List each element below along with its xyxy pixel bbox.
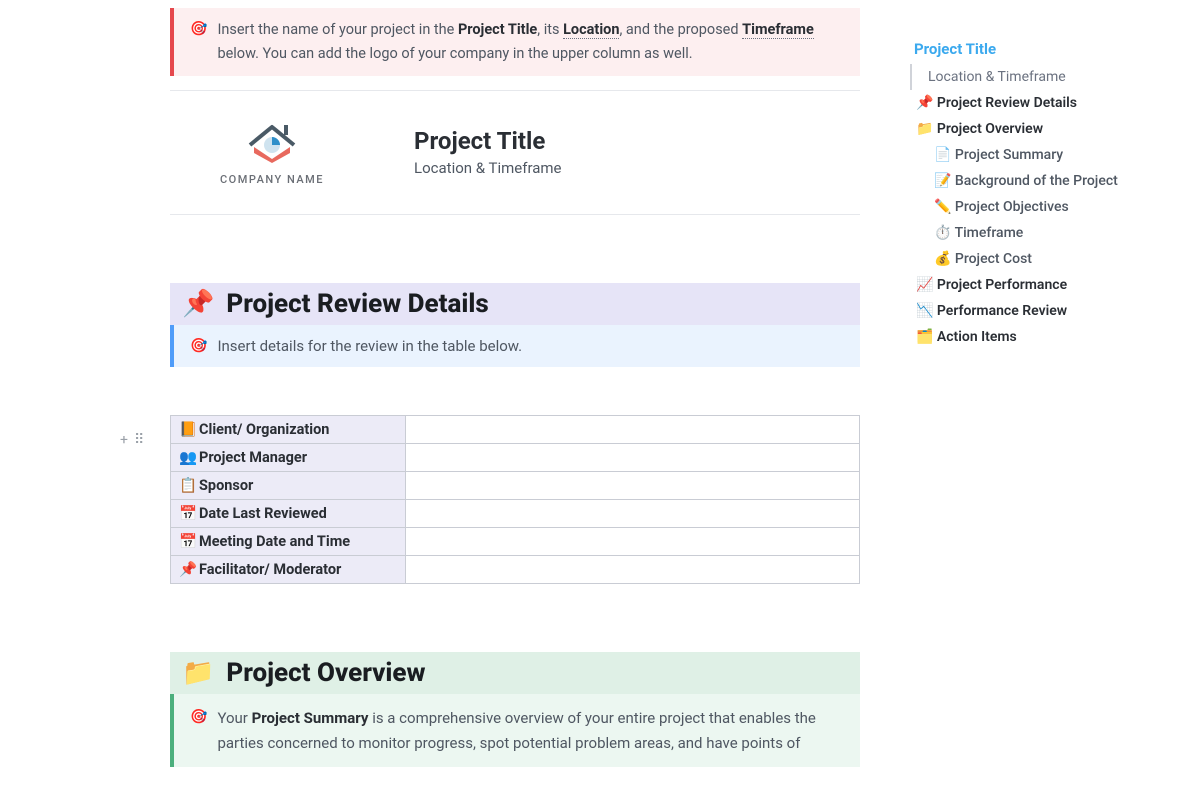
plus-icon[interactable]: + xyxy=(120,432,128,448)
outline-item[interactable]: 📈 Project Performance xyxy=(910,272,1180,298)
row-label: 📅Date Last Reviewed xyxy=(171,499,406,527)
row-label: 📙Client/ Organization xyxy=(171,415,406,443)
section-title: Project Review Details xyxy=(226,289,488,319)
row-insert-controls[interactable]: + ⠿ xyxy=(120,432,144,448)
outline-item[interactable]: ⏱️ Timeframe xyxy=(910,220,1180,246)
drag-handle-icon[interactable]: ⠿ xyxy=(134,432,144,448)
row-label: 📌Facilitator/ Moderator xyxy=(171,555,406,583)
row-value[interactable] xyxy=(406,443,860,471)
outline-item[interactable]: 📁 Project Overview xyxy=(910,116,1180,142)
outline-sidebar: Project Title Location & Timeframe📌 Proj… xyxy=(910,0,1200,785)
table-row[interactable]: 👥Project Manager xyxy=(171,443,860,471)
instruction-callout-1: 🎯 Insert the name of your project in the… xyxy=(170,8,860,76)
row-value[interactable] xyxy=(406,471,860,499)
instruction-text: Your Project Summary is a comprehensive … xyxy=(217,706,844,756)
instruction-callout-3: 🎯 Your Project Summary is a comprehensiv… xyxy=(170,694,860,768)
table-row[interactable]: 📋Sponsor xyxy=(171,471,860,499)
outline-item[interactable]: 📉 Performance Review xyxy=(910,298,1180,324)
row-value[interactable] xyxy=(406,527,860,555)
project-header-block: COMPANY NAME Project Title Location & Ti… xyxy=(170,91,860,214)
outline-item[interactable]: 💰 Project Cost xyxy=(910,246,1180,272)
outline-item[interactable]: 📄 Project Summary xyxy=(910,142,1180,168)
instruction-callout-2: 🎯 Insert details for the review in the t… xyxy=(170,325,860,367)
review-details-table[interactable]: 📙Client/ Organization👥Project Manager📋Sp… xyxy=(170,415,860,584)
target-icon: 🎯 xyxy=(190,338,207,354)
table-row[interactable]: 📙Client/ Organization xyxy=(171,415,860,443)
row-label: 📋Sponsor xyxy=(171,471,406,499)
folder-icon: 📁 xyxy=(182,658,214,688)
target-icon: 🎯 xyxy=(190,706,207,756)
section-project-overview: 📁 Project Overview xyxy=(170,652,860,694)
table-row[interactable]: 📌Facilitator/ Moderator xyxy=(171,555,860,583)
outline-item[interactable]: 📌 Project Review Details xyxy=(910,90,1180,116)
row-label: 📅Meeting Date and Time xyxy=(171,527,406,555)
row-value[interactable] xyxy=(406,499,860,527)
company-name: COMPANY NAME xyxy=(220,173,324,186)
outline-item[interactable]: Location & Timeframe xyxy=(910,64,1180,90)
project-title[interactable]: Project Title xyxy=(414,127,562,155)
row-value[interactable] xyxy=(406,555,860,583)
row-label: 👥Project Manager xyxy=(171,443,406,471)
pushpin-icon: 📌 xyxy=(182,289,214,319)
house-logo-icon xyxy=(240,119,304,163)
target-icon: 🎯 xyxy=(190,18,207,66)
outline-item[interactable]: ✏️ Project Objectives xyxy=(910,194,1180,220)
outline-item[interactable]: 🗂️ Action Items xyxy=(910,324,1180,350)
location-timeframe[interactable]: Location & Timeframe xyxy=(414,159,562,177)
outline-item[interactable]: 📝 Background of the Project xyxy=(910,168,1180,194)
row-value[interactable] xyxy=(406,415,860,443)
company-logo: COMPANY NAME xyxy=(220,119,324,186)
instruction-text: Insert details for the review in the tab… xyxy=(217,337,522,355)
outline-title[interactable]: Project Title xyxy=(910,40,1180,64)
table-row[interactable]: 📅Date Last Reviewed xyxy=(171,499,860,527)
section-title: Project Overview xyxy=(226,658,425,688)
instruction-text: Insert the name of your project in the P… xyxy=(217,18,844,66)
section-project-review-details: 📌 Project Review Details xyxy=(170,283,860,325)
table-row[interactable]: 📅Meeting Date and Time xyxy=(171,527,860,555)
